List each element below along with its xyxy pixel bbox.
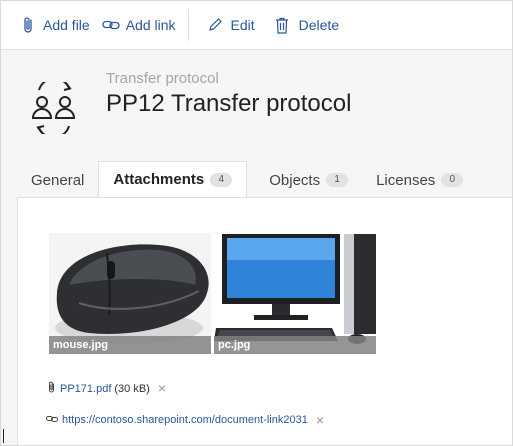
transfer-users-icon [25,77,83,139]
remove-link-button[interactable]: × [316,413,324,427]
pencil-icon [207,17,223,33]
add-link-label: Add link [125,17,176,33]
paperclip-icon [48,381,56,396]
trash-icon [275,17,289,34]
attachment-thumbnail-pc[interactable]: pc.jpg [214,233,376,354]
edit-label: Edit [230,17,255,33]
toolbar: Add file Add link Edit Delete [1,1,512,50]
add-file-label: Add file [43,17,90,33]
attachment-file-row: PP171.pdf (30 kB) × [48,381,166,396]
delete-button[interactable]: Delete [275,1,339,49]
tab-bar: General Attachments 4 Objects 1 Licenses… [17,161,477,197]
tab-objects-label: Objects [269,171,321,189]
text-cursor [3,429,4,443]
attachment-link-row: https://contoso.sharepoint.com/document-… [46,413,324,427]
link-icon [46,414,58,426]
attachment-url-link[interactable]: https://contoso.sharepoint.com/document-… [62,414,308,426]
tab-licenses[interactable]: Licenses 0 [362,163,477,197]
remove-file-button[interactable]: × [158,381,166,395]
edit-button[interactable]: Edit [207,1,255,49]
attachment-file-size: (30 kB) [114,382,150,395]
record-type-label: Transfer protocol [106,70,219,87]
app-frame: Add file Add link Edit Delete Transfer p… [0,0,513,446]
page-title: PP12 Transfer protocol [106,90,352,117]
tab-attachments[interactable]: Attachments 4 [98,161,248,197]
thumbnail-caption: pc.jpg [214,336,376,354]
record-header: Transfer protocol PP12 Transfer protocol [1,50,512,162]
tab-attachments-label: Attachments [113,171,205,188]
attachment-file-link[interactable]: PP171.pdf [60,383,111,395]
tab-objects[interactable]: Objects 1 [255,163,362,197]
paperclip-icon [23,16,35,34]
attachment-thumbnail-mouse[interactable]: mouse.jpg [49,233,211,354]
tab-general[interactable]: General [17,163,98,197]
attachments-count-badge: 4 [210,172,233,187]
attachments-panel: mouse.jpg pc.jpg PP171.pdf (30 kB) × htt… [17,197,512,445]
tab-general-label: General [31,171,85,189]
toolbar-divider [187,9,189,41]
add-link-button[interactable]: Add link [102,1,176,49]
add-file-button[interactable]: Add file [23,1,90,49]
objects-count-badge: 1 [326,173,349,187]
thumbnail-caption: mouse.jpg [49,336,211,354]
licenses-count-badge: 0 [441,173,464,187]
delete-label: Delete [298,17,340,33]
link-icon [102,19,120,31]
tab-licenses-label: Licenses [376,171,436,189]
